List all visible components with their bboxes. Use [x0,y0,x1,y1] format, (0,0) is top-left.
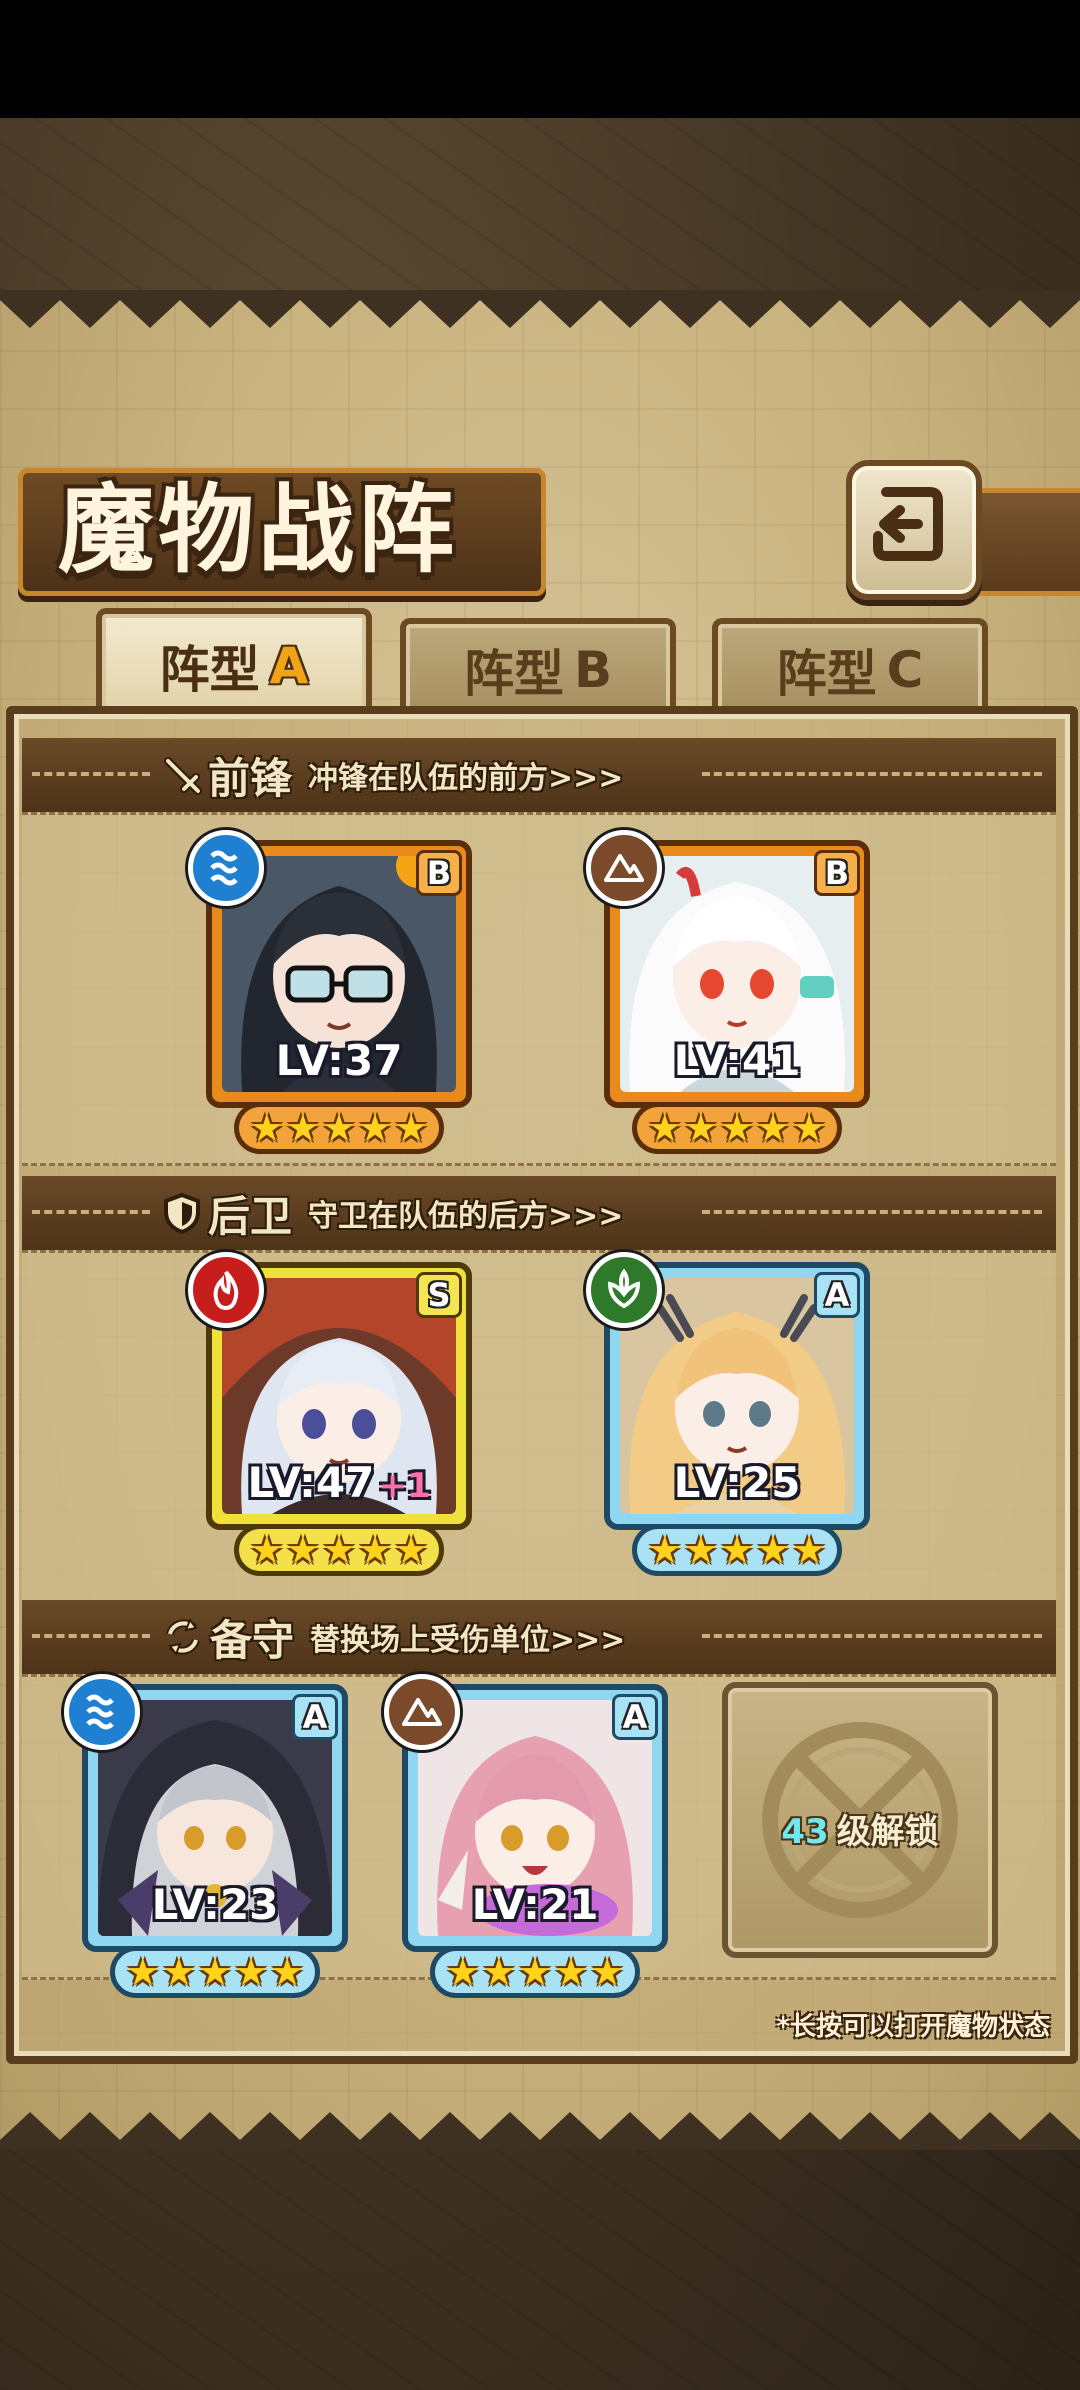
fire-element-icon [188,1252,264,1328]
star-icon: ★ [197,1950,233,1994]
tab-formation-c[interactable]: 阵型 C [712,618,988,716]
swap-icon [166,1617,200,1657]
star-icon: ★ [161,1950,196,1994]
rank-badge: A [292,1694,338,1740]
section-description: 替换场上受伤单位>>> [310,1623,626,1658]
sword-icon [164,757,202,795]
section-title: 备守 [210,1615,295,1665]
back-button[interactable] [846,460,982,600]
star-rating: ★ ★ ★ ★ ★ [632,1524,842,1576]
unlock-requirement: 43 级解锁 [728,1804,992,1853]
tab-letter: C [886,641,924,699]
rank-badge: A [814,1272,860,1318]
star-rating: ★ ★ ★ ★ ★ [234,1524,444,1576]
star-icon: ★ [285,1528,320,1572]
star-icon: ★ [756,1106,791,1150]
star-icon: ★ [647,1106,682,1150]
rank-badge: S [416,1272,462,1318]
tab-formation-b[interactable]: 阵型 B [400,618,676,716]
water-element-icon [64,1674,140,1750]
return-arrow-icon [873,487,943,561]
status-bar [0,0,1080,118]
locked-slot[interactable]: 43 级解锁 [722,1682,998,1958]
star-icon: ★ [445,1950,480,1994]
star-icon: ★ [517,1950,553,1994]
page-title: 魔物战阵 [58,473,458,586]
section-description: 守卫在队伍的后方>>> [308,1199,624,1234]
unit-card-vanguard-2[interactable]: B LV:41 ★ ★ ★ ★ ★ [586,830,870,1154]
star-icon: ★ [394,1528,429,1572]
star-icon: ★ [719,1106,755,1150]
star-icon: ★ [285,1106,320,1150]
torn-edge-bottom [0,2112,1080,2150]
section-description: 冲锋在队伍的前方>>> [308,761,624,796]
star-icon: ★ [249,1106,284,1150]
star-icon: ★ [321,1528,357,1572]
rank-badge: A [612,1694,658,1740]
star-icon: ★ [358,1528,393,1572]
tab-letter: B [573,641,613,699]
star-icon: ★ [683,1106,718,1150]
tab-label: 阵型 [776,645,877,703]
unit-card-reserve-2[interactable]: A LV:21 ★ ★ ★ ★ ★ [384,1674,668,1998]
star-icon: ★ [234,1950,269,1994]
leaf-element-icon [586,1252,662,1328]
tab-formation-a[interactable]: 阵型 A [96,608,372,718]
level-label: LV:37 [275,1036,403,1085]
tab-letter: A [269,637,309,695]
vanguard-row [22,812,1056,1166]
level-label: LV:21 [471,1880,599,1929]
rank-badge: B [416,850,462,896]
section-header-vanguard: 前锋 冲锋在队伍的前方>>> [22,738,1056,812]
star-icon: ★ [647,1528,682,1572]
unit-card-reserve-1[interactable]: A LV:23 ★ ★ ★ ★ ★ [64,1674,348,1998]
unit-card-rear-1[interactable]: S LV:47 +1 ★ ★ ★ ★ ★ [188,1252,472,1576]
star-icon: ★ [756,1528,791,1572]
star-icon: ★ [590,1950,625,1994]
star-icon: ★ [481,1950,516,1994]
tab-label: 阵型 [463,645,564,703]
section-header-reserve: 备守 替换场上受伤单位>>> [22,1600,1056,1674]
star-icon: ★ [719,1528,755,1572]
shield-icon [164,1192,200,1234]
star-rating: ★ ★ ★ ★ ★ [110,1946,320,1998]
rank-badge: B [814,850,860,896]
star-icon: ★ [554,1950,589,1994]
section-title: 前锋 [208,753,293,803]
unlock-level: 43 [781,1812,829,1852]
star-icon: ★ [394,1106,429,1150]
water-element-icon [188,830,264,906]
unit-card-rear-2[interactable]: A LV:25 ★ ★ ★ ★ ★ [586,1252,870,1576]
level-bonus: +1 [378,1466,431,1506]
level-label: LV:25 [673,1458,801,1507]
star-icon: ★ [358,1106,393,1150]
earth-element-icon [384,1674,460,1750]
level-value: LV:47 [247,1458,375,1507]
star-icon: ★ [683,1528,718,1572]
star-rating: ★ ★ ★ ★ ★ [632,1102,842,1154]
level-label: LV:23 [151,1880,279,1929]
torn-edge-top [0,290,1080,328]
star-rating: ★ ★ ★ ★ ★ [234,1102,444,1154]
earth-element-icon [586,830,662,906]
star-rating: ★ ★ ★ ★ ★ [430,1946,640,1998]
star-icon: ★ [321,1106,357,1150]
level-label: LV:41 [673,1036,801,1085]
star-icon: ★ [792,1106,827,1150]
unlock-label: 级解锁 [836,1812,939,1852]
star-icon: ★ [792,1528,827,1572]
section-header-rear: 后卫 守卫在队伍的后方>>> [22,1176,1056,1250]
level-label: LV:47 +1 [206,1458,472,1507]
unit-card-vanguard-1[interactable]: B LV:37 ★ ★ ★ ★ ★ [188,830,472,1154]
tab-label: 阵型 [159,641,260,699]
star-icon: ★ [270,1950,305,1994]
star-icon: ★ [125,1950,160,1994]
rear-row [22,1250,1056,1604]
section-title: 后卫 [208,1191,293,1241]
long-press-hint: *长按可以打开魔物状态 [776,2012,1050,2042]
star-icon: ★ [249,1528,284,1572]
